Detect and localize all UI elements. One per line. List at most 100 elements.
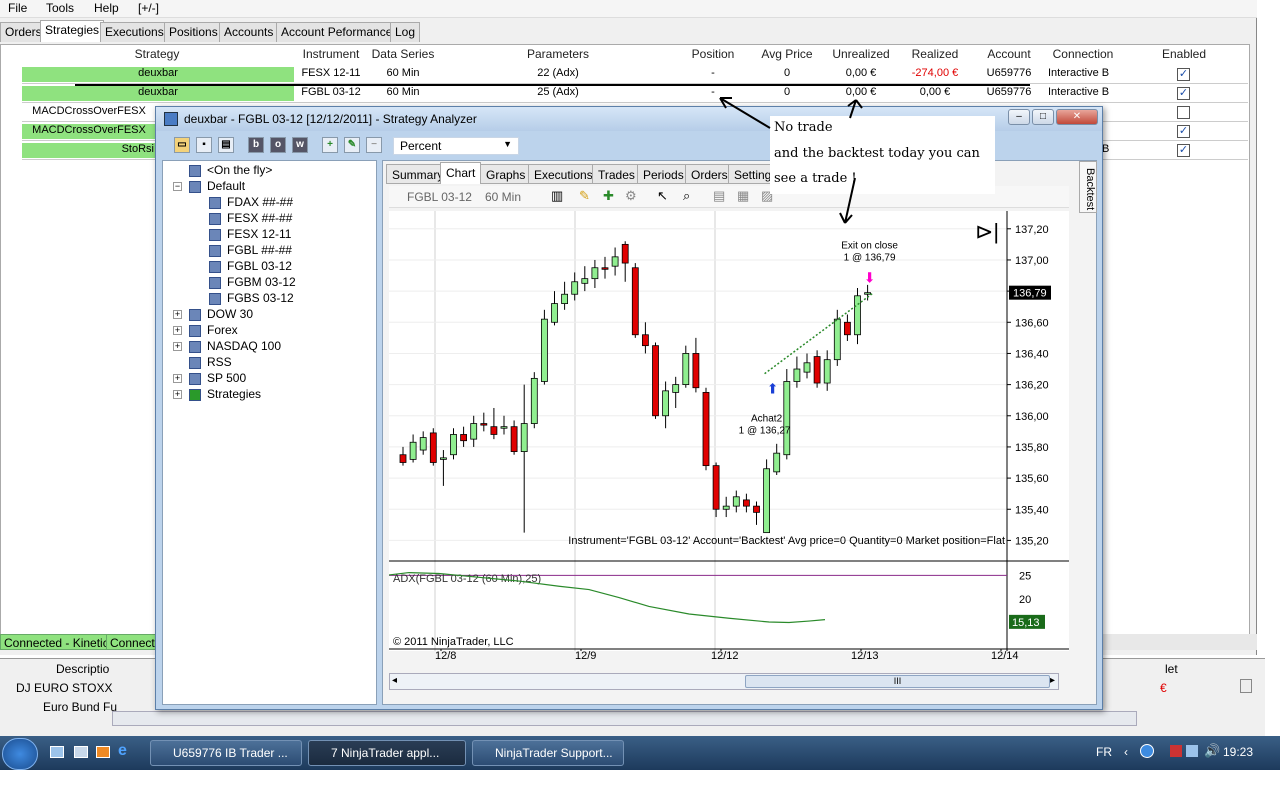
scroll-button[interactable] [1240, 679, 1252, 693]
chart-period-selector[interactable]: 60 Min [485, 190, 521, 204]
add-icon[interactable]: + [322, 137, 338, 153]
tab-accounts[interactable]: Accounts [219, 22, 279, 42]
horizontal-scrollbar[interactable] [112, 711, 1137, 726]
header-connection[interactable]: Connection [1046, 47, 1120, 64]
header-enabled[interactable]: Enabled [1120, 47, 1248, 64]
cursor-icon[interactable]: ↖ [657, 188, 668, 204]
edit-icon[interactable]: ✎ [344, 137, 360, 153]
tab-strategies[interactable]: Strategies [40, 20, 105, 42]
tree-item[interactable]: Default [207, 179, 245, 193]
media-player-icon[interactable] [96, 746, 110, 758]
tree-item[interactable]: <On the fly> [207, 163, 272, 177]
enabled-checkbox[interactable]: ✓ [1177, 144, 1190, 157]
table-row[interactable]: deuxbar FGBL 03-12 60 Min 25 (Adx) - 0 0… [22, 84, 1248, 103]
header-unrealized[interactable]: Unrealized [824, 47, 898, 64]
enabled-checkbox[interactable] [1177, 106, 1190, 119]
tree-item[interactable]: DOW 30 [207, 307, 253, 321]
enabled-checkbox[interactable]: ✓ [1177, 87, 1190, 100]
tray-expand-icon[interactable]: ‹ [1124, 745, 1128, 759]
tree-expander-icon[interactable]: − [173, 182, 182, 191]
task-ib-trader[interactable]: U659776 IB Trader ... [150, 740, 302, 766]
tree-item[interactable]: NASDAQ 100 [207, 339, 281, 353]
start-button[interactable] [2, 738, 38, 770]
menu-expand[interactable]: [+/-] [138, 1, 159, 15]
tab-account-performance[interactable]: Account Peformance [276, 22, 398, 42]
tree-expander-icon[interactable]: + [173, 342, 182, 351]
tray-app-icon[interactable] [1170, 745, 1182, 757]
minimize-button[interactable]: – [1008, 109, 1030, 125]
list-item[interactable]: Euro Bund Fu [43, 700, 117, 714]
tree-item[interactable]: FDAX ##-## [227, 195, 293, 209]
tab-executions[interactable]: Executions [100, 22, 169, 42]
tree-item[interactable]: FGBL 03-12 [227, 259, 292, 273]
table-row[interactable]: deuxbar FESX 12-11 60 Min 22 (Adx) - 0 0… [22, 65, 1248, 84]
walkforward-w-icon[interactable]: w [292, 137, 308, 153]
backtest-b-icon[interactable]: b [248, 137, 264, 153]
tree-item[interactable]: Strategies [207, 387, 261, 401]
header-account[interactable]: Account [972, 47, 1046, 64]
task-ninjatrader-support[interactable]: NinjaTrader Support... [472, 740, 624, 766]
remove-icon[interactable]: − [366, 137, 382, 153]
tree-item[interactable]: FESX 12-11 [227, 227, 291, 241]
explorer-icon[interactable] [74, 746, 88, 758]
tab-periods[interactable]: Periods [637, 164, 690, 184]
tree-expander-icon[interactable]: + [173, 310, 182, 319]
tree-item[interactable]: RSS [207, 355, 232, 369]
header-description[interactable]: Descriptio [56, 662, 109, 676]
price-chart[interactable]: 137,20137,00136,80136,60136,40136,20136,… [388, 211, 1069, 651]
ie-icon[interactable]: e [118, 742, 127, 760]
tree-item[interactable]: Forex [207, 323, 238, 337]
menu-help[interactable]: Help [94, 1, 119, 15]
scroll-thumb[interactable]: III [745, 675, 1050, 688]
tree-item[interactable]: FESX ##-## [227, 211, 292, 225]
print-icon[interactable]: ▤ [218, 137, 234, 153]
open-icon[interactable]: ▭ [174, 137, 190, 153]
bar-type-icon[interactable]: ▥ [551, 188, 563, 204]
menu-file[interactable]: File [8, 1, 27, 15]
tree-item[interactable]: FGBL ##-## [227, 243, 292, 257]
language-indicator[interactable]: FR [1096, 745, 1112, 759]
header-avg-price[interactable]: Avg Price [750, 47, 824, 64]
tree-item[interactable]: SP 500 [207, 371, 246, 385]
tab-log[interactable]: Log [390, 22, 421, 42]
strategy-icon[interactable]: ⚙ [625, 188, 637, 204]
chart-scrollbar[interactable]: ◂ III ▸ [389, 673, 1059, 690]
chart-instrument-selector[interactable]: FGBL 03-12 [407, 190, 472, 204]
header-parameters[interactable]: Parameters [440, 47, 676, 64]
close-button[interactable]: ✕ [1056, 109, 1098, 125]
add-indicator-icon[interactable]: ✚ [603, 188, 614, 204]
tree-expander-icon[interactable]: + [173, 390, 182, 399]
tray-monitor-icon[interactable] [1186, 745, 1198, 757]
pencil-icon[interactable]: ✎ [579, 188, 590, 204]
enabled-checkbox[interactable]: ✓ [1177, 125, 1190, 138]
tab-positions[interactable]: Positions [164, 22, 223, 42]
tree-item[interactable]: FGBM 03-12 [227, 275, 296, 289]
tab-executions[interactable]: Executions [528, 164, 599, 184]
header-data-series[interactable]: Data Series [368, 47, 438, 64]
enabled-checkbox[interactable]: ✓ [1177, 68, 1190, 81]
display-mode-dropdown[interactable]: Percent ▼ [393, 137, 519, 155]
zoom-icon[interactable]: ⌕ [683, 188, 690, 204]
header-realized[interactable]: Realized [898, 47, 972, 64]
backtest-side-tab[interactable]: Backtest [1079, 161, 1097, 213]
optimize-o-icon[interactable]: o [270, 137, 286, 153]
clock[interactable]: 19:23 [1223, 745, 1253, 759]
tab-trades[interactable]: Trades [592, 164, 641, 184]
tab-graphs[interactable]: Graphs [480, 164, 532, 184]
tray-network-icon[interactable] [1140, 744, 1154, 758]
tree-expander-icon[interactable]: + [173, 374, 182, 383]
show-desktop-icon[interactable] [50, 746, 64, 758]
save-icon[interactable]: ▪ [196, 137, 212, 153]
header-position[interactable]: Position [676, 47, 750, 64]
scroll-left-icon[interactable]: ◂ [392, 675, 397, 686]
header-strategy[interactable]: Strategy [22, 47, 292, 64]
task-ninjatrader[interactable]: 7 NinjaTrader appl... [308, 740, 466, 766]
volume-icon[interactable]: 🔊 [1204, 743, 1220, 759]
list-item[interactable]: DJ EURO STOXX [16, 681, 112, 695]
tree-item[interactable]: FGBS 03-12 [227, 291, 294, 305]
maximize-button[interactable]: □ [1032, 109, 1054, 125]
tab-chart[interactable]: Chart [440, 162, 482, 184]
scroll-right-icon[interactable]: ▸ [1050, 675, 1055, 686]
menu-tools[interactable]: Tools [46, 1, 74, 15]
header-instrument[interactable]: Instrument [296, 47, 366, 64]
